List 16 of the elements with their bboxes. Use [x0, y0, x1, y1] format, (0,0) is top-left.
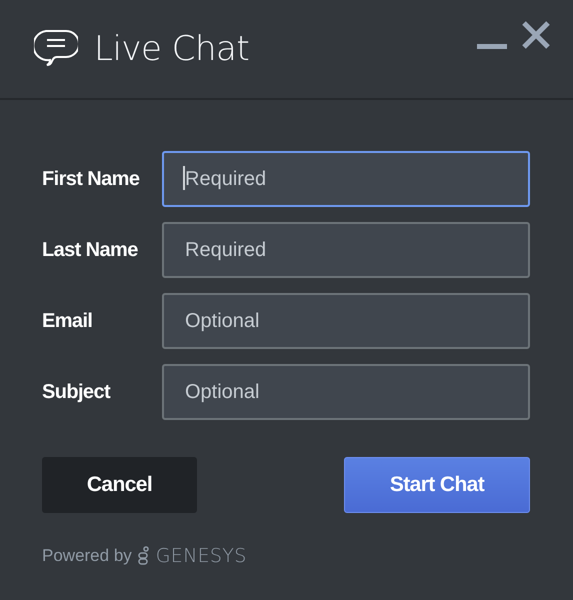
powered-by-text: Powered by	[42, 546, 132, 566]
chat-bubble-icon	[34, 29, 78, 69]
start-chat-button[interactable]: Start Chat	[344, 457, 530, 513]
field-label: Email	[42, 310, 94, 332]
window-title: Live Chat	[94, 29, 250, 69]
genesys-logo-icon	[138, 546, 150, 566]
field-label: First Name	[42, 168, 140, 190]
cancel-button[interactable]: Cancel	[42, 457, 197, 513]
field-label: Subject	[42, 380, 112, 404]
brand-name: GENESYS	[156, 545, 247, 567]
text-caret	[183, 166, 185, 190]
input-field[interactable]: Required	[162, 151, 530, 207]
input-field[interactable]: Optional	[162, 364, 530, 420]
input-field[interactable]: Required	[162, 222, 530, 278]
input-field[interactable]: Optional	[162, 293, 530, 349]
field-label: Last Name	[42, 238, 139, 262]
